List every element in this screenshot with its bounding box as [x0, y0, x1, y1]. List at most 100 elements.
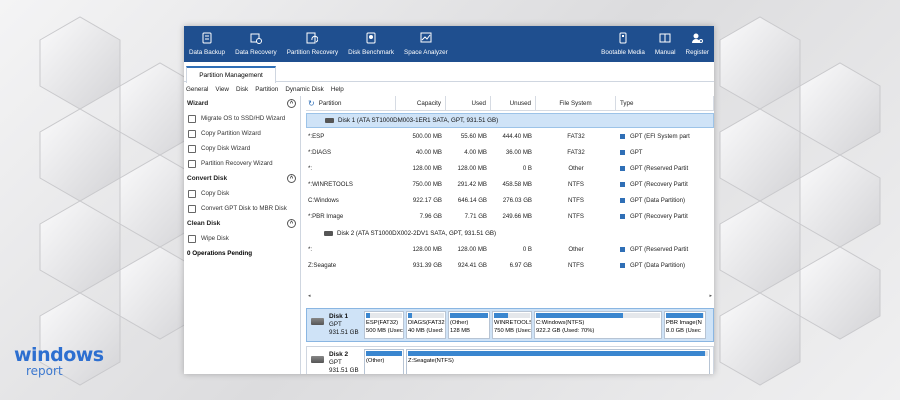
- header-type[interactable]: Type: [616, 96, 714, 111]
- table-cell: GPT (Recovery Partit: [616, 176, 714, 192]
- tab-partition-management[interactable]: Partition Management: [186, 66, 276, 83]
- data-backup-button[interactable]: Data Backup: [184, 26, 230, 62]
- bootable-media-button[interactable]: Bootable Media: [596, 26, 650, 62]
- table-cell: GPT (EFI System part: [616, 128, 714, 144]
- header-capacity[interactable]: Capacity: [396, 96, 446, 111]
- space-analyzer-button[interactable]: Space Analyzer: [399, 26, 453, 62]
- register-button[interactable]: Register: [681, 26, 714, 62]
- sidebar-section-wizard[interactable]: Wizard ^: [184, 96, 300, 111]
- header-used[interactable]: Used: [446, 96, 491, 111]
- collapse-icon[interactable]: ^: [287, 99, 296, 108]
- disk-2-row[interactable]: Disk 2 (ATA ST1000DX002-2DV1 SATA, GPT, …: [306, 226, 714, 241]
- partition-block[interactable]: WINRETOOLS 750 MB (Usec: [492, 311, 532, 339]
- section-title: Wizard: [187, 100, 209, 107]
- partition-block-label: 128 MB: [450, 328, 470, 334]
- disk-name: Disk 2: [329, 351, 349, 358]
- table-row[interactable]: *:ESP 500.00 MB 55.60 MB 444.40 MB FAT32 GPT …: [306, 128, 714, 144]
- partition-type-icon: [620, 181, 625, 187]
- table-cell: 500.00 MB: [396, 128, 446, 144]
- partition-block[interactable]: Z:Seagate(NTFS): [406, 349, 710, 374]
- disk-map-row-2[interactable]: Disk 2 GPT 931.51 GB (Other) Z:Seagate(NT…: [306, 346, 714, 374]
- manual-button[interactable]: Manual: [650, 26, 681, 62]
- table-cell: NTFS: [536, 208, 616, 224]
- cell-text: 750.00 MB: [412, 180, 442, 188]
- partition-block[interactable]: DIAGS(FAT32 40 MB (Used:: [406, 311, 446, 339]
- disk-name: Disk 1: [329, 313, 349, 320]
- cell-text: GPT (Data Partition): [630, 196, 686, 204]
- data-backup-icon: [202, 32, 212, 44]
- cell-text: GPT: [630, 148, 643, 156]
- header-partition[interactable]: ↻ Partition: [306, 96, 396, 111]
- sidebar-item-copy-partition[interactable]: Copy Partition Wizard: [184, 126, 300, 141]
- partition-block-label: C:Windows(NTFS): [536, 320, 585, 326]
- header-unused[interactable]: Unused: [491, 96, 536, 111]
- header-label: Partition: [318, 100, 342, 107]
- partition-block[interactable]: (Other): [364, 349, 404, 374]
- table-cell: GPT (Recovery Partit: [616, 208, 714, 224]
- usage-bar: [450, 313, 488, 318]
- sidebar-item-partition-recovery[interactable]: Partition Recovery Wizard: [184, 156, 300, 171]
- cell-text: 646.14 GB: [457, 196, 487, 204]
- bootable-media-label: Bootable Media: [601, 49, 645, 56]
- menu-general[interactable]: General: [186, 86, 208, 93]
- partition-recovery-button[interactable]: Partition Recovery: [282, 26, 343, 62]
- partition-block[interactable]: C:Windows(NTFS) 922.2 GB (Used: 70%): [534, 311, 662, 339]
- menu-help[interactable]: Help: [331, 86, 344, 93]
- table-row[interactable]: *:WINRETOOLS 750.00 MB 291.42 MB 458.58 MB N…: [306, 176, 714, 192]
- disk-benchmark-button[interactable]: Disk Benchmark: [343, 26, 399, 62]
- disk-label: Disk 1 (ATA ST1000DM003-1ER1 SATA, GPT, …: [338, 117, 499, 124]
- cell-text: 922.17 GB: [412, 196, 442, 204]
- cell-text: GPT (Recovery Partit: [630, 180, 688, 188]
- collapse-icon[interactable]: ^: [287, 174, 296, 183]
- partition-block[interactable]: ESP(FAT32) 500 MB (Usec: [364, 311, 404, 339]
- menu-view[interactable]: View: [215, 86, 229, 93]
- table-cell: 750.00 MB: [396, 176, 446, 192]
- sidebar-item-wipe-disk[interactable]: Wipe Disk: [184, 231, 300, 246]
- usage-fill: [450, 313, 488, 318]
- sidebar-item-convert-gpt[interactable]: Convert GPT Disk to MBR Disk: [184, 201, 300, 216]
- sidebar-item-copy-disk[interactable]: Copy Disk: [184, 186, 300, 201]
- scroll-right-icon[interactable]: ▸: [709, 293, 712, 299]
- sidebar-section-convert-disk[interactable]: Convert Disk ^: [184, 171, 300, 186]
- partition-type-icon: [620, 197, 625, 203]
- sidebar-item-label: Convert GPT Disk to MBR Disk: [201, 205, 287, 212]
- table-row[interactable]: *:PBR Image 7.96 GB 7.71 GB 249.66 MB NTFS GP…: [306, 208, 714, 224]
- cell-text: 40.00 MB: [415, 148, 442, 156]
- partition-block[interactable]: (Other) 128 MB: [448, 311, 490, 339]
- tab-bar: Partition Management: [184, 62, 714, 83]
- horizontal-scrollbar[interactable]: ◂ ▸: [306, 292, 714, 300]
- partition-block[interactable]: PBR Image(N 8.0 GB (Usec: [664, 311, 706, 339]
- header-file-system[interactable]: File System: [536, 96, 616, 111]
- table-row[interactable]: *: 128.00 MB 128.00 MB 0 B Other GPT (Reserve…: [306, 160, 714, 176]
- table-row[interactable]: *:DIAGS 40.00 MB 4.00 MB 36.00 MB FAT32 GPT: [306, 144, 714, 160]
- data-recovery-button[interactable]: Data Recovery: [230, 26, 282, 62]
- sidebar-section-clean-disk[interactable]: Clean Disk ^: [184, 216, 300, 231]
- collapse-icon[interactable]: ^: [287, 219, 296, 228]
- menu-disk[interactable]: Disk: [236, 86, 248, 93]
- disk-1-row[interactable]: Disk 1 (ATA ST1000DM003-1ER1 SATA, GPT, …: [306, 113, 714, 128]
- cell-text: 7.71 GB: [464, 212, 487, 220]
- cell-text: 0 B: [522, 245, 532, 253]
- table-cell: 4.00 MB: [446, 144, 491, 160]
- disk-map-row-1[interactable]: Disk 1 GPT 931.51 GB ESP(FAT32) 500 MB (U…: [306, 308, 714, 342]
- cell-text: Other: [568, 245, 584, 253]
- table-cell: 7.71 GB: [446, 208, 491, 224]
- table-row[interactable]: *: 128.00 MB 128.00 MB 0 B Other GPT (Reserve…: [306, 241, 714, 257]
- table-row[interactable]: C:Windows 922.17 GB 646.14 GB 276.03 GB NTFS…: [306, 192, 714, 208]
- scroll-left-icon[interactable]: ◂: [308, 293, 311, 299]
- usage-fill: [366, 351, 402, 356]
- table-row[interactable]: Z:Seagate 931.39 GB 924.41 GB 6.97 GB NTFS GP…: [306, 257, 714, 273]
- sidebar-item-copy-disk-wizard[interactable]: Copy Disk Wizard: [184, 141, 300, 156]
- table-cell: 458.58 MB: [491, 176, 536, 192]
- sidebar-item-migrate-os[interactable]: Migrate OS to SSD/HD Wizard: [184, 111, 300, 126]
- space-analyzer-label: Space Analyzer: [404, 49, 448, 56]
- table-cell: GPT (Data Partition): [616, 257, 714, 273]
- usage-bar: [366, 351, 402, 356]
- table-cell: *:ESP: [306, 128, 396, 144]
- partition-block-label: DIAGS(FAT32: [408, 320, 445, 326]
- table-cell: 922.17 GB: [396, 192, 446, 208]
- refresh-icon[interactable]: ↻: [308, 99, 315, 108]
- menu-partition[interactable]: Partition: [255, 86, 278, 93]
- menu-dynamic-disk[interactable]: Dynamic Disk: [285, 86, 324, 93]
- cell-text: *:: [308, 164, 313, 172]
